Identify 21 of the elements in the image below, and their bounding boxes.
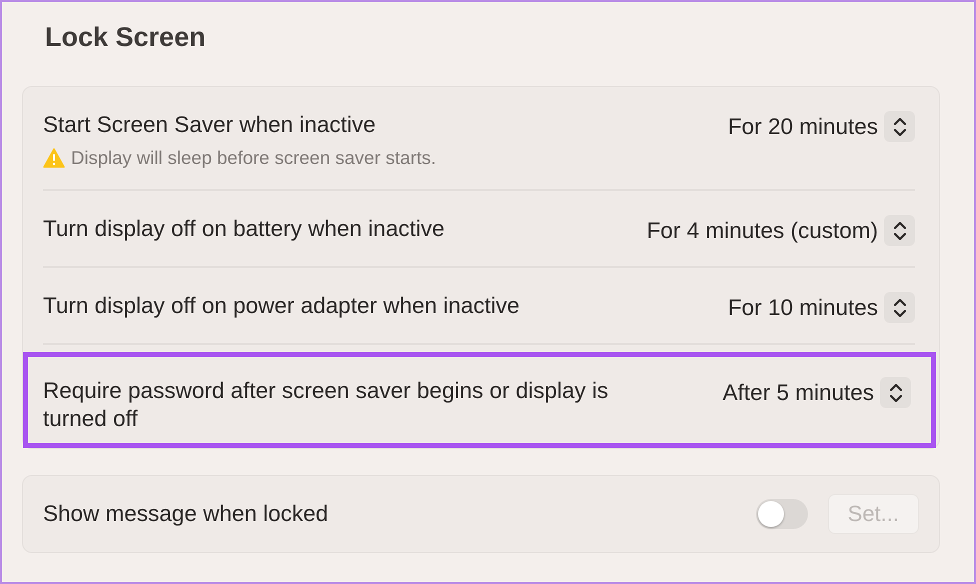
toggle-switch[interactable] bbox=[756, 499, 808, 529]
setting-value: For 10 minutes bbox=[728, 294, 878, 322]
popup-stepper[interactable] bbox=[884, 292, 915, 323]
setting-label: Start Screen Saver when inactive bbox=[43, 111, 377, 139]
setting-label: Turn display off on power adapter when inactive bbox=[43, 292, 520, 320]
up-down-chevron-icon bbox=[892, 220, 906, 240]
up-down-chevron-icon bbox=[892, 116, 906, 136]
setting-value: After 5 minutes bbox=[722, 378, 874, 406]
warning-note: Display will sleep before screen saver starts. bbox=[71, 147, 436, 169]
setting-value: For 4 minutes (custom) bbox=[646, 216, 878, 244]
setting-label: Require password after screen saver begins or display is turned off bbox=[43, 377, 610, 433]
popup-stepper[interactable] bbox=[880, 377, 911, 408]
popup-stepper[interactable] bbox=[884, 111, 915, 142]
up-down-chevron-icon bbox=[888, 382, 902, 402]
popup-stepper[interactable] bbox=[884, 215, 915, 246]
setting-label: Turn display off on battery when inactive bbox=[43, 215, 444, 243]
section-title: Lock Screen bbox=[45, 21, 207, 54]
up-down-chevron-icon bbox=[892, 298, 906, 318]
setting-label: Show message when locked bbox=[43, 500, 328, 528]
warning-icon bbox=[43, 148, 65, 168]
setting-value: For 20 minutes bbox=[728, 112, 878, 140]
